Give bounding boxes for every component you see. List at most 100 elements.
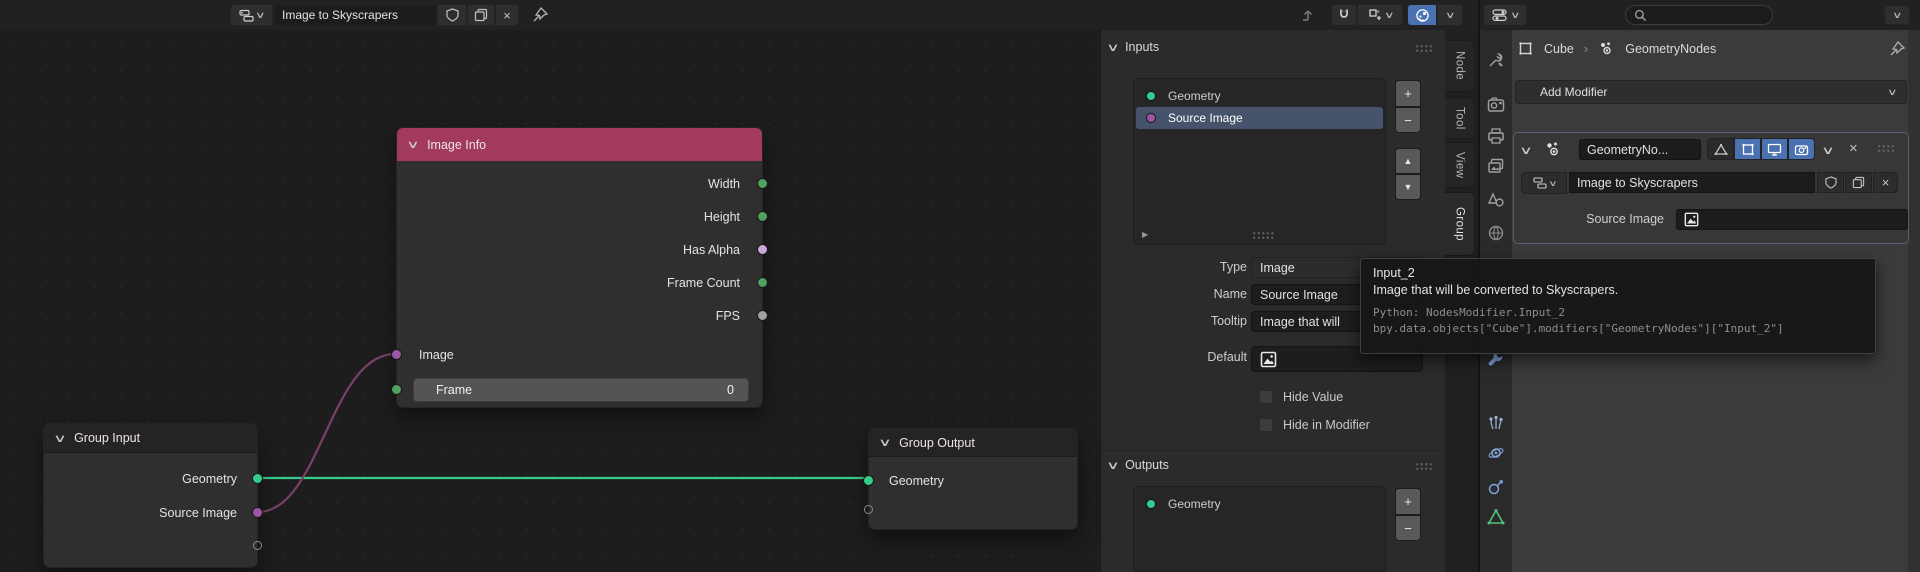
inputs-panel-header[interactable]: ∨ Inputs [1106,40,1159,54]
output-label: Has Alpha [683,243,740,257]
tab-group[interactable]: Group [1445,192,1475,256]
delete-modifier-icon[interactable]: × [1849,140,1858,157]
properties-options-button[interactable]: ∨ [1884,5,1910,25]
unlink-datablock-button[interactable]: × [495,4,519,26]
hide-in-modifier-label: Hide in Modifier [1283,418,1370,432]
snap-mode-button[interactable]: ∨ [1357,4,1403,26]
breadcrumb-datablock[interactable]: GeometryNodes [1625,42,1716,56]
modifier-unlink-button[interactable]: × [1873,172,1898,193]
output-label: Width [708,177,740,191]
modifier-tree-name-field[interactable]: Image to Skyscrapers [1569,172,1815,193]
node-tree-selector-button[interactable]: ∨ [230,4,273,26]
modifier-name-field[interactable]: GeometryNo... [1579,139,1701,160]
socket-virtual-input[interactable] [864,505,873,514]
fake-user-button[interactable] [437,4,467,26]
tab-view[interactable]: View [1445,142,1475,188]
type-value: Image [1260,260,1295,275]
remove-input-button[interactable]: − [1395,107,1421,133]
move-input-up-button[interactable]: ▲ [1395,148,1421,174]
hide-value-checkbox[interactable] [1259,390,1273,404]
tab-tool-settings[interactable] [1487,51,1505,69]
source-image-field[interactable] [1676,209,1908,230]
modifier-collapse-chevron-icon[interactable]: ∨ [1519,144,1533,157]
socket-fps-output[interactable] [757,310,768,321]
cage-icon [1713,143,1728,155]
properties-scroll-gutter[interactable] [1908,30,1920,572]
socket-source-image-output[interactable] [252,507,263,518]
tab-particles[interactable] [1487,414,1505,432]
socket-geometry-input[interactable] [863,475,874,486]
socket-frame-input[interactable] [391,384,402,395]
node-group-input-header[interactable]: ∨ Group Input [44,424,257,453]
socket-virtual-output[interactable] [253,541,262,550]
node-tree-name-field[interactable]: Image to Skyscrapers [273,4,437,26]
tab-node[interactable]: Node [1445,40,1475,92]
collapse-chevron-icon[interactable]: ∨ [53,432,67,445]
editor-type-selector[interactable]: ∨ [1483,4,1527,26]
overlays-dropdown-button[interactable]: ∨ [1437,4,1463,26]
toggle-show-on-cage[interactable] [1707,138,1734,160]
modifier-extras-chevron-icon[interactable]: ∨ [1821,144,1835,157]
tab-world[interactable] [1487,224,1505,242]
socket-has-alpha-output[interactable] [757,244,768,255]
pin-button[interactable] [531,6,549,24]
node-tree-browse-button[interactable]: ∨ [1521,172,1567,194]
list-resize-grip[interactable] [1252,231,1274,240]
copy-icon [474,8,488,22]
list-item-geometry-output[interactable]: Geometry [1136,493,1383,515]
toggle-show-in-render[interactable] [1788,138,1815,160]
go-to-parent-button[interactable] [1295,4,1320,26]
tab-render[interactable] [1487,96,1505,114]
socket-frame-count-output[interactable] [757,277,768,288]
socket-geometry-output[interactable] [252,473,263,484]
list-item-source-image[interactable]: Source Image [1136,107,1383,129]
chevron-down-icon: ∨ [255,9,266,20]
add-output-button[interactable]: + [1395,488,1421,515]
panel-drag-grip[interactable] [1415,44,1433,53]
tab-physics[interactable] [1487,444,1505,462]
snap-toggle-button[interactable] [1331,4,1357,26]
list-item-geometry[interactable]: Geometry [1136,85,1383,107]
tab-view-layer[interactable] [1487,157,1505,175]
collapse-chevron-icon[interactable]: ∨ [878,436,892,449]
object-breadcrumb-icon[interactable] [1517,40,1534,57]
tab-output[interactable] [1487,127,1505,145]
toggle-show-in-edit-mode[interactable] [1734,138,1761,160]
move-input-down-button[interactable]: ▼ [1395,174,1421,200]
collapse-chevron-icon[interactable]: ∨ [406,138,420,151]
outputs-panel-header[interactable]: ∨ Outputs [1106,458,1169,472]
tab-object-data[interactable] [1487,508,1505,526]
node-group-output[interactable]: ∨ Group Output Geometry [863,428,1078,530]
tab-scene[interactable] [1487,191,1505,209]
property-search-input[interactable] [1625,5,1773,25]
socket-width-output[interactable] [757,178,768,189]
add-modifier-dropdown[interactable]: Add Modifier ∨ [1515,80,1907,104]
geometry-nodes-breadcrumb-icon[interactable] [1598,41,1615,56]
new-datablock-button[interactable] [467,4,495,26]
overlays-sphere-icon [1415,8,1429,22]
node-group-input[interactable]: ∨ Group Input Geometry Source Image [43,423,263,568]
type-label: Type [1219,260,1247,274]
overlays-toggle-button[interactable] [1407,4,1437,26]
modifier-fake-user-button[interactable] [1817,172,1844,193]
socket-height-output[interactable] [757,211,768,222]
remove-output-button[interactable]: − [1395,515,1421,541]
tab-constraints[interactable] [1487,478,1505,496]
list-filter-expand-arrow[interactable]: ▶ [1142,230,1148,239]
node-image-info-header[interactable]: ∨ Image Info [397,128,762,161]
frame-number-field[interactable]: Frame 0 [413,378,749,402]
panel-drag-grip[interactable] [1415,462,1433,471]
pin-id-button[interactable] [1888,40,1906,58]
breadcrumb-object[interactable]: Cube [1544,42,1574,56]
toggle-show-in-viewport[interactable] [1761,138,1788,160]
node-image-info[interactable]: ∨ Image Info Width Height Has Alpha Fram… [391,127,768,408]
add-input-button[interactable]: + [1395,80,1421,107]
modifier-copy-button[interactable] [1845,172,1872,193]
node-group-output-header[interactable]: ∨ Group Output [869,429,1077,457]
modifier-drag-grip[interactable] [1877,144,1895,153]
hide-in-modifier-checkbox[interactable] [1259,418,1273,432]
tab-tool[interactable]: Tool [1445,97,1475,139]
shield-icon [1824,176,1837,189]
particles-icon [1489,415,1503,430]
socket-image-input[interactable] [391,349,402,360]
